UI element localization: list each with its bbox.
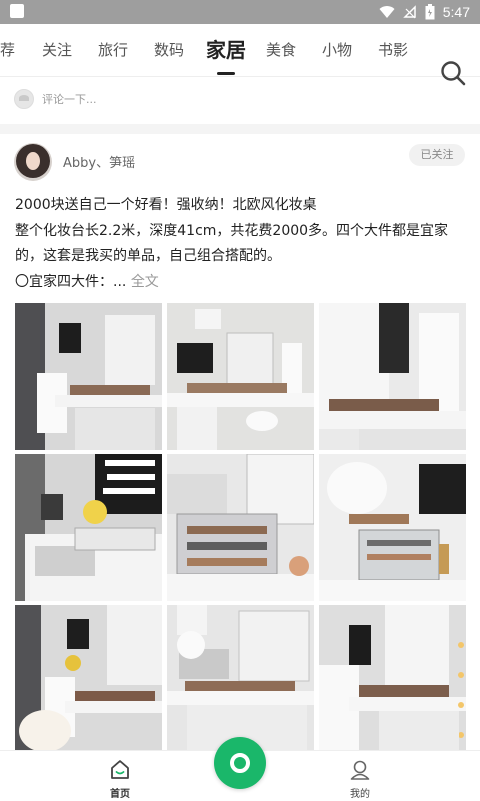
commenter-avatar	[14, 89, 34, 109]
feed-separator	[0, 124, 480, 134]
tab-home-living[interactable]: 家居	[206, 24, 246, 76]
tab-books-films[interactable]: 书影	[378, 24, 408, 76]
tab-digital[interactable]: 数码	[154, 24, 184, 76]
nav-mine[interactable]: 我的	[320, 751, 400, 801]
post-photo[interactable]	[319, 605, 466, 752]
category-tab-bar: 荐 关注 旅行 数码 家居 美食 小物 书影	[0, 24, 480, 86]
post-photo[interactable]	[167, 303, 314, 450]
clock-text: 5:47	[442, 4, 470, 20]
post-photo[interactable]	[319, 454, 466, 601]
post-body-line-3-text: 〇宜家四大件：...	[15, 274, 127, 290]
post-photo[interactable]	[15, 454, 162, 601]
post-body-line-1[interactable]: 整个化妆台长2.2米，深度41cm，共花费2000多。四个大件都是宜家	[15, 220, 448, 240]
tab-following[interactable]: 关注	[42, 24, 72, 76]
post-body-line-2[interactable]: 的，这套是我买的单品，自己组合搭配的。	[15, 245, 281, 265]
camera-icon	[230, 753, 250, 773]
post-photo[interactable]	[167, 454, 314, 601]
author-name[interactable]: Abby、笋瑶	[63, 152, 135, 171]
nav-home[interactable]: 首页	[80, 751, 160, 801]
read-more-link[interactable]: 全文	[131, 274, 159, 290]
post-photo[interactable]	[319, 303, 466, 450]
search-icon[interactable]	[440, 60, 466, 86]
post-body-line-3[interactable]: 〇宜家四大件：... 全文	[15, 271, 159, 291]
battery-icon	[425, 4, 435, 20]
nav-mine-label: 我的	[350, 789, 370, 800]
post-photo[interactable]	[15, 303, 162, 450]
active-tab-indicator	[217, 72, 235, 75]
post-title[interactable]: 2000块送自己一个好看！强收纳！北欧风化妆桌	[15, 194, 317, 214]
author-avatar[interactable]	[14, 143, 52, 181]
camera-button[interactable]	[214, 737, 266, 789]
comment-prompt[interactable]: 评论一下...	[14, 88, 97, 110]
post-photo[interactable]	[167, 605, 314, 752]
status-bar: 5:47	[0, 0, 480, 24]
notification-icon	[10, 4, 24, 18]
tab-travel[interactable]: 旅行	[98, 24, 128, 76]
wifi-icon	[379, 6, 395, 19]
comment-placeholder: 评论一下...	[42, 93, 97, 106]
nav-home-label: 首页	[110, 789, 130, 800]
no-signal-icon	[402, 5, 416, 19]
photo-grid	[15, 303, 467, 752]
post-photo[interactable]	[15, 605, 162, 752]
tab-food[interactable]: 美食	[266, 24, 296, 76]
tab-recommend[interactable]: 荐	[0, 24, 15, 76]
follow-status-button[interactable]: 已关注	[409, 144, 465, 166]
tab-small-items[interactable]: 小物	[322, 24, 352, 76]
profile-icon	[350, 760, 370, 780]
home-icon	[111, 760, 129, 779]
